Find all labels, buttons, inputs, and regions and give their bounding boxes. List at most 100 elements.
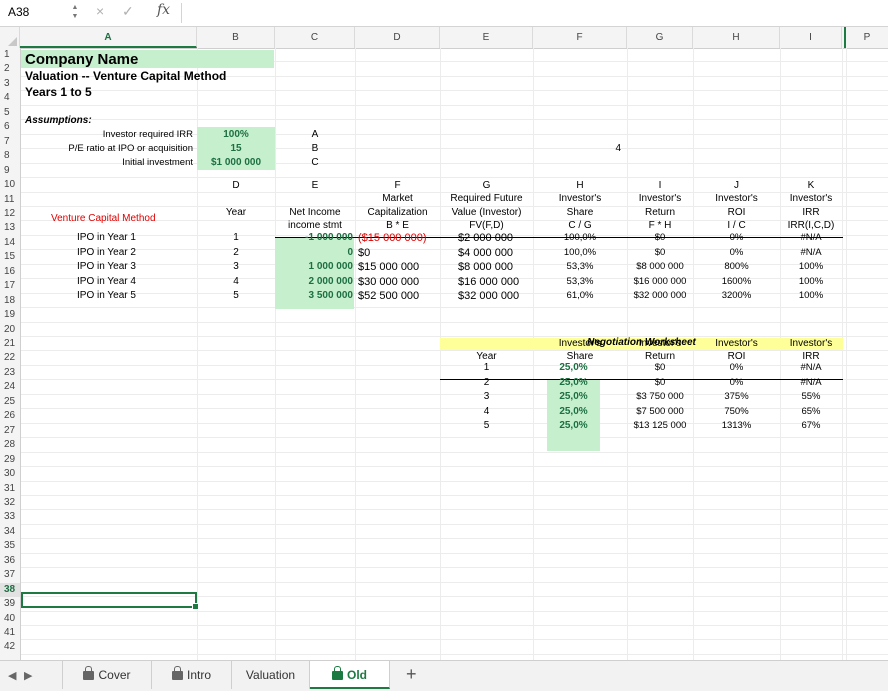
row-header-35[interactable]: 35	[0, 539, 20, 553]
vc-roi-cell[interactable]: 0%	[693, 231, 780, 245]
vc-market-cap-cell[interactable]: $0	[358, 246, 370, 260]
vc-irr-cell[interactable]: #N/A	[780, 231, 842, 245]
vc-share-cell[interactable]: 61,0%	[533, 289, 627, 303]
vc-return-cell[interactable]: $32 000 000	[627, 289, 693, 303]
negotiation-irr-cell[interactable]: 65%	[780, 405, 842, 419]
row-header-26[interactable]: 26	[0, 409, 20, 423]
column-header-e[interactable]: E	[440, 27, 533, 48]
negotiation-share-cell[interactable]: 25,0%	[547, 376, 600, 390]
column-header-b[interactable]: B	[197, 27, 275, 48]
negotiation-roi-cell[interactable]: 375%	[693, 390, 780, 404]
negotiation-return-cell[interactable]: $0	[627, 376, 693, 390]
row-header-19[interactable]: 19	[0, 308, 20, 322]
column-header-h[interactable]: H	[693, 27, 780, 48]
vc-year-cell[interactable]: 4	[197, 275, 275, 289]
row-header-13[interactable]: 13	[0, 221, 20, 235]
row-header-39[interactable]: 39	[0, 597, 20, 611]
column-header-c[interactable]: C	[275, 27, 355, 48]
cell-f7-value[interactable]: 4	[533, 142, 621, 156]
row-header-8[interactable]: 8	[0, 149, 20, 163]
vc-market-cap-cell[interactable]: ($15 000 000)	[358, 231, 427, 245]
vc-share-cell[interactable]: 100,0%	[533, 246, 627, 260]
vc-fv-cell[interactable]: $2 000 000	[458, 231, 513, 245]
function-icon[interactable]: fx	[157, 2, 170, 18]
row-header-20[interactable]: 20	[0, 323, 20, 337]
column-header-a[interactable]: A	[20, 27, 197, 48]
row-header-25[interactable]: 25	[0, 395, 20, 409]
vc-year-cell[interactable]: 1	[197, 231, 275, 245]
negotiation-year-cell[interactable]: 1	[440, 361, 533, 375]
row-header-33[interactable]: 33	[0, 510, 20, 524]
vc-return-cell[interactable]: $8 000 000	[627, 260, 693, 274]
tab-valuation[interactable]: Valuation	[232, 661, 310, 689]
select-all-corner[interactable]	[0, 27, 20, 48]
row-header-41[interactable]: 41	[0, 626, 20, 640]
row-header-15[interactable]: 15	[0, 250, 20, 264]
negotiation-roi-cell[interactable]: 0%	[693, 361, 780, 375]
next-sheet-icon[interactable]: ▶	[24, 669, 32, 682]
row-header-37[interactable]: 37	[0, 568, 20, 582]
row-header-38[interactable]: 38	[0, 583, 20, 597]
negotiation-irr-cell[interactable]: 67%	[780, 419, 842, 433]
negotiation-return-cell[interactable]: $3 750 000	[627, 390, 693, 404]
tab-cover[interactable]: Cover	[62, 661, 152, 689]
vc-roi-cell[interactable]: 0%	[693, 246, 780, 260]
negotiation-roi-cell[interactable]: 1313%	[693, 419, 780, 433]
negotiation-return-cell[interactable]: $0	[627, 361, 693, 375]
row-header-27[interactable]: 27	[0, 424, 20, 438]
vc-fv-cell[interactable]: $32 000 000	[458, 289, 519, 303]
vc-net-income-cell[interactable]: 3 500 000	[275, 289, 354, 303]
row-header-1[interactable]: 1	[0, 48, 20, 62]
row-header-29[interactable]: 29	[0, 453, 20, 467]
vc-share-cell[interactable]: 53,3%	[533, 275, 627, 289]
row-header-31[interactable]: 31	[0, 482, 20, 496]
name-box[interactable]: A38	[6, 4, 68, 21]
row-header-23[interactable]: 23	[0, 366, 20, 380]
vc-fv-cell[interactable]: $16 000 000	[458, 275, 519, 289]
row-header-9[interactable]: 9	[0, 164, 20, 178]
row-header-18[interactable]: 18	[0, 294, 20, 308]
vc-return-cell[interactable]: $16 000 000	[627, 275, 693, 289]
vc-net-income-cell[interactable]: 1 000 000	[275, 260, 354, 274]
row-header-42[interactable]: 42	[0, 640, 20, 654]
column-header-p[interactable]: P	[846, 27, 888, 48]
assumption-value-investment[interactable]: $1 000 000	[197, 156, 275, 170]
row-header-6[interactable]: 6	[0, 120, 20, 134]
vc-roi-cell[interactable]: 3200%	[693, 289, 780, 303]
vc-net-income-cell[interactable]: 0	[275, 246, 353, 260]
vc-fv-cell[interactable]: $4 000 000	[458, 246, 513, 260]
negotiation-share-cell[interactable]: 25,0%	[547, 419, 600, 433]
prev-sheet-icon[interactable]: ◀	[8, 669, 16, 682]
negotiation-share-cell[interactable]: 25,0%	[547, 390, 600, 404]
negotiation-irr-cell[interactable]: 55%	[780, 390, 842, 404]
vc-share-cell[interactable]: 53,3%	[533, 260, 627, 274]
row-header-16[interactable]: 16	[0, 265, 20, 279]
tab-old[interactable]: Old	[310, 661, 390, 689]
row-header-11[interactable]: 11	[0, 193, 20, 207]
vc-market-cap-cell[interactable]: $52 500 000	[358, 289, 419, 303]
add-sheet-icon[interactable]: +	[406, 664, 417, 685]
negotiation-year-cell[interactable]: 4	[440, 405, 533, 419]
row-header-30[interactable]: 30	[0, 467, 20, 481]
vc-return-cell[interactable]: $0	[627, 246, 693, 260]
row-header-24[interactable]: 24	[0, 380, 20, 394]
row-header-32[interactable]: 32	[0, 496, 20, 510]
vc-market-cap-cell[interactable]: $15 000 000	[358, 260, 419, 274]
vc-fv-cell[interactable]: $8 000 000	[458, 260, 513, 274]
vc-irr-cell[interactable]: 100%	[780, 275, 842, 289]
vc-roi-cell[interactable]: 800%	[693, 260, 780, 274]
vc-market-cap-cell[interactable]: $30 000 000	[358, 275, 419, 289]
negotiation-roi-cell[interactable]: 750%	[693, 405, 780, 419]
vc-irr-cell[interactable]: 100%	[780, 260, 842, 274]
negotiation-year-cell[interactable]: 5	[440, 419, 533, 433]
cancel-icon[interactable]: ×	[96, 3, 104, 19]
negotiation-return-cell[interactable]: $7 500 000	[627, 405, 693, 419]
row-header-17[interactable]: 17	[0, 279, 20, 293]
row-header-10[interactable]: 10	[0, 178, 20, 192]
row-header-2[interactable]: 2	[0, 62, 20, 76]
assumption-value-pe[interactable]: 15	[197, 142, 275, 156]
assumption-value-irr[interactable]: 100%	[197, 128, 275, 142]
formula-input[interactable]	[186, 3, 880, 25]
vc-irr-cell[interactable]: 100%	[780, 289, 842, 303]
vc-year-cell[interactable]: 3	[197, 260, 275, 274]
